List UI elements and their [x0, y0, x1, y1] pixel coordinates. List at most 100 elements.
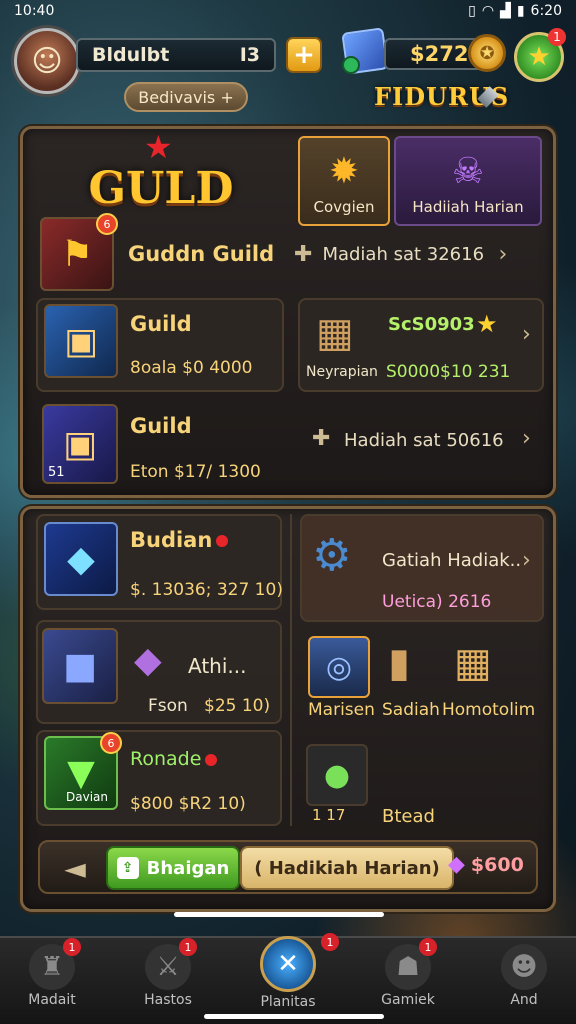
notification-dot — [205, 753, 218, 766]
bottom-right-item[interactable]: ● — [306, 744, 368, 806]
gatiah-sub: Uetica) 2616 — [382, 592, 492, 612]
item-badge: 6 — [96, 213, 118, 235]
chevron-right-icon[interactable]: › — [522, 548, 531, 573]
add-button[interactable]: + — [286, 37, 322, 73]
chevron-right-icon[interactable]: › — [522, 322, 531, 347]
battery-icon: ▮ — [516, 3, 525, 19]
item-sub: Fson — [148, 696, 188, 716]
cell-top-value: ScS0903 — [388, 314, 475, 335]
currency-value: $272 — [410, 42, 469, 66]
item-value: $25 10) — [204, 696, 271, 716]
blue-chest-item-icon: ▣ — [44, 304, 118, 378]
player-name: Bldulbt — [92, 44, 170, 66]
item-level: 51 — [48, 465, 65, 480]
nav-item-gamiek[interactable]: ☗ 1 Gamiek — [360, 938, 456, 1014]
cannon-item-icon: ⚙ — [312, 530, 352, 581]
cell-value: S0000$10 231 — [386, 362, 511, 382]
guild-row-1[interactable]: ⚑ 6 Guddn Guild ✚ Madiah sat 32616 › — [40, 213, 540, 294]
nav-item-madait[interactable]: ♜ 1 Madait — [4, 938, 100, 1014]
barrel-icon[interactable]: ▮ — [388, 640, 410, 686]
player-name-suffix: I3 — [239, 44, 260, 66]
plus-cross-icon: ✚ — [312, 426, 331, 451]
bhaigan-button[interactable]: ⇪ Bhaigan — [106, 846, 240, 890]
sub-pill-button[interactable]: Bedivavis + — [124, 82, 248, 112]
status-bar: 10:40 ▯ ◠ ▟ ▮ 6:20 — [0, 0, 576, 22]
share-icon: ⇪ — [116, 857, 139, 879]
warrior-face-icon: ☺ — [31, 43, 63, 79]
nav-badge: 1 — [321, 933, 339, 951]
chevron-right-icon[interactable]: › — [522, 426, 531, 451]
star-badge: 1 — [548, 28, 566, 46]
panel-divider — [290, 514, 292, 826]
status-time: 10:40 — [14, 3, 55, 19]
row-title: Guild — [130, 312, 192, 336]
crystal-item-icon: ◆ — [44, 522, 118, 596]
player-name-bar[interactable]: Bldulbt I3 — [76, 38, 276, 72]
star-icon: ★ — [527, 42, 551, 72]
nav-label: Hastos — [144, 992, 192, 1008]
plus-cross-icon: ✚ — [294, 241, 313, 267]
item-title: Budian — [130, 528, 229, 552]
pink-gem-icon: ◆ — [448, 852, 465, 877]
item-value: $. 13036; 327 10) — [130, 580, 283, 600]
tower-icon: ♜ 1 — [29, 938, 81, 990]
nav-item-hastos[interactable]: ⚔ 1 Hastos — [120, 938, 216, 1014]
sun-icon: ✹ — [328, 151, 360, 192]
status-clock-right: 6:20 — [530, 3, 562, 19]
star-small-icon: ★ — [476, 310, 498, 338]
tab-hadiah-harian[interactable]: ☠ Hadiiah Harian — [394, 136, 542, 226]
signal-icon: ▟ — [500, 3, 511, 19]
profile-icon: ☻ — [501, 944, 547, 990]
nav-label: Madait — [28, 992, 76, 1008]
gem-cube-item-icon: ■ — [42, 628, 118, 704]
purple-gem-icon: ◆ — [134, 640, 162, 681]
vibrate-icon: ▯ — [468, 3, 476, 19]
nav-item-planitas[interactable]: ✕ 1 Planitas — [240, 933, 339, 1014]
helmet-icon: ☗ 1 — [385, 938, 437, 990]
trio-item-1[interactable]: ◎ — [308, 636, 370, 698]
trio-label-2: Sadiah — [382, 700, 440, 720]
player-avatar[interactable]: ☺ — [14, 28, 80, 94]
cell-left-label: Neyrapian — [306, 364, 378, 380]
chevron-right-icon[interactable]: › — [498, 242, 507, 267]
back-button[interactable]: ◄ — [50, 850, 100, 886]
wifi-icon: ◠ — [481, 3, 495, 19]
item-badge: 6 — [100, 732, 122, 754]
item-title: Athi... — [188, 654, 247, 678]
tab-covgien[interactable]: ✹ Covgien — [298, 136, 390, 226]
gem-price[interactable]: ◆ $600 — [448, 852, 524, 877]
battle-icon: ✕ 1 — [260, 933, 339, 992]
notification-dot — [216, 535, 229, 547]
item-sub: Davian — [66, 790, 108, 804]
item-value: $800 $R2 10) — [130, 794, 246, 814]
nav-badge: 1 — [63, 938, 81, 956]
drum-icon: ◎ — [325, 649, 353, 685]
nav-label: Gamiek — [381, 992, 435, 1008]
row-value: Eton $17/ 1300 — [130, 462, 261, 482]
nav-label: And — [510, 992, 538, 1008]
row-title: Guild — [130, 414, 192, 438]
row-value: 8oala $0 4000 — [130, 358, 253, 378]
nav-badge: 1 — [179, 938, 197, 956]
crate-icon[interactable]: ▦ — [454, 640, 492, 686]
status-icons: ▯ ◠ ▟ ▮ 6:20 — [468, 3, 562, 19]
scroll-indicator — [174, 912, 384, 917]
wooden-crate-icon: ▦ — [316, 310, 354, 356]
bottom-right-count: 1 17 — [312, 806, 346, 824]
nav-item-and[interactable]: ☻ And — [476, 944, 572, 1014]
green-button-label: Bhaigan — [146, 857, 230, 879]
hadiah-harian-button[interactable]: ( Hadikiah Harian) — [240, 846, 454, 890]
skull-icon: ☠ — [451, 151, 485, 192]
trio-label-3: Homotolim — [442, 700, 536, 720]
green-horn-item-icon: ▼ 6 Davian — [44, 732, 122, 810]
nav-badge: 1 — [419, 938, 437, 956]
purple-chest-item-icon: ▣ 51 — [42, 404, 118, 484]
item-title-text: Ronade — [130, 748, 202, 770]
item-title: Ronade — [130, 748, 218, 770]
item-title-text: Budian — [130, 528, 213, 552]
green-shell-icon: ● — [323, 757, 351, 793]
row-title: Guddn Guild — [128, 242, 275, 266]
home-indicator — [204, 1014, 384, 1019]
trio-label-1: Marisen — [308, 700, 375, 720]
gold-coin-icon[interactable]: ✪ — [468, 34, 506, 72]
